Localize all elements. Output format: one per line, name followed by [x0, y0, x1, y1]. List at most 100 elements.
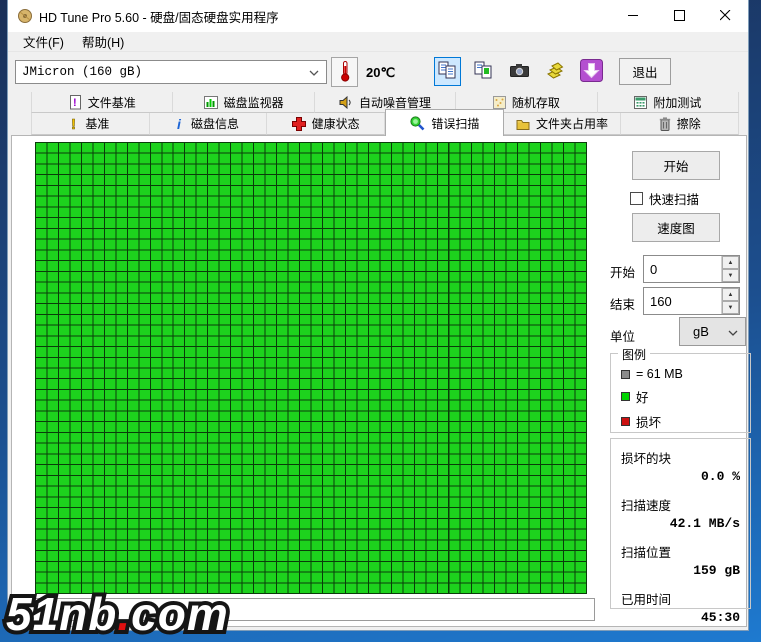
temperature-value: 20℃: [366, 65, 396, 80]
maximize-button[interactable]: [656, 0, 702, 32]
folder-usage-icon: [516, 118, 530, 130]
legend-block-size: = 61 MB: [621, 367, 750, 381]
legend-good: 好: [621, 387, 750, 406]
tab-folder-usage[interactable]: 文件夹占用率: [503, 113, 622, 135]
spin-down-icon[interactable]: ▼: [722, 301, 739, 314]
stat-elapsed-time: 已用时间 45:30: [621, 589, 740, 625]
drive-select-dropdown[interactable]: JMicron (160 gB): [15, 60, 327, 84]
tab-erase[interactable]: 擦除: [621, 113, 740, 135]
erase-icon: [659, 116, 671, 131]
speed-map-button[interactable]: 速度图: [632, 213, 720, 242]
exit-button[interactable]: 退出: [619, 58, 671, 85]
camera-icon: [509, 63, 530, 81]
drive-select-value: JMicron (160 gB): [22, 65, 143, 79]
start-position-label: 开始: [610, 266, 636, 280]
legend-block-size-label: = 61 MB: [636, 367, 683, 381]
download-arrow-icon: [580, 58, 603, 85]
save-button[interactable]: [542, 57, 569, 86]
quick-scan-checkbox[interactable]: [630, 192, 643, 205]
bad-swatch: [621, 417, 630, 426]
tab-label: 磁盘信息: [191, 117, 240, 131]
copy-image-button[interactable]: [470, 57, 497, 86]
tab-extra-tests[interactable]: 附加测试: [597, 92, 740, 113]
end-position-label: 结束: [610, 298, 636, 312]
start-position-spinner[interactable]: 0 ▲ ▼: [643, 255, 740, 283]
spin-down-icon[interactable]: ▼: [722, 269, 739, 282]
stat-value: 45:30: [700, 610, 740, 625]
tab-label: 自动噪音管理: [359, 95, 432, 110]
random-access-icon: [492, 95, 506, 109]
health-icon: [291, 116, 306, 131]
error-scan-panel: 开始 快速扫描 速度图 开始 0 ▲ ▼ 结束 160 ▲ ▼ 单位 gB 图例…: [11, 135, 751, 627]
tab-disk-monitor[interactable]: 磁盘监视器: [173, 92, 315, 113]
disk-info-icon: i: [177, 117, 185, 131]
stat-label: 已用时间: [621, 593, 672, 607]
unit-dropdown[interactable]: gB: [679, 317, 746, 346]
scan-stats-box: 损坏的块 0.0 % 扫描速度 42.1 MB/s 扫描位置 159 gB 已用…: [610, 438, 751, 625]
file-benchmark-icon: !: [69, 94, 82, 110]
spin-up-icon[interactable]: ▲: [722, 288, 739, 301]
stat-scan-speed: 扫描速度 42.1 MB/s: [621, 495, 740, 531]
forum-watermark: 51nb.com: [2, 588, 232, 642]
tab-label: 文件夹占用率: [536, 117, 609, 131]
save-icon: [546, 61, 565, 82]
minimize-icon: [627, 9, 639, 24]
benchmark-icon: !: [71, 117, 79, 131]
stat-damaged-blocks: 损坏的块 0.0 %: [621, 448, 740, 484]
svg-text:51nb.com: 51nb.com: [6, 588, 229, 640]
tab-label: 基准: [85, 117, 110, 131]
tab-benchmark[interactable]: ! 基准: [31, 113, 150, 135]
end-position-value[interactable]: 160: [644, 288, 721, 314]
tab-strip: ! 文件基准 磁盘监视器 自动噪音管理 随机存取 附加测试 ! 基准 i 磁盘信…: [31, 92, 740, 136]
update-button[interactable]: [578, 57, 605, 86]
menu-file[interactable]: 文件(F): [14, 30, 73, 53]
toolbar: JMicron (160 gB) 20℃ 退出: [8, 52, 748, 92]
menu-bar: 文件(F) 帮助(H): [8, 32, 748, 52]
copy-text-button[interactable]: [434, 57, 461, 86]
tab-label: 附加测试: [653, 95, 702, 110]
stat-scan-position: 扫描位置 159 gB: [621, 542, 740, 578]
close-button[interactable]: [702, 0, 748, 32]
maximize-icon: [673, 9, 685, 24]
thermometer-icon: [340, 60, 350, 85]
close-icon: [719, 9, 731, 24]
stat-value: 159 gB: [693, 563, 740, 578]
hd-tune-logo-icon: [17, 8, 33, 24]
tab-file-benchmark[interactable]: ! 文件基准: [31, 92, 174, 113]
tab-disk-info[interactable]: i 磁盘信息: [149, 113, 268, 135]
block-swatch: [621, 369, 630, 379]
legend-bad-label: 损坏: [636, 416, 662, 430]
spin-up-icon[interactable]: ▲: [722, 256, 739, 269]
tab-error-scan[interactable]: 错误扫描: [385, 109, 504, 136]
extra-tests-icon: [634, 95, 648, 109]
window-title: HD Tune Pro 5.60 - 硬盘/固态硬盘实用程序: [39, 10, 279, 25]
start-position-value[interactable]: 0: [644, 256, 721, 282]
end-position-spinner[interactable]: 160 ▲ ▼: [643, 287, 740, 315]
legend-bad: 损坏: [621, 412, 750, 431]
tab-health[interactable]: 健康状态: [267, 113, 386, 135]
screenshot-button[interactable]: [506, 57, 533, 86]
svg-text:!: !: [73, 97, 77, 109]
stat-label: 扫描速度: [621, 499, 672, 513]
aam-icon: [339, 95, 353, 109]
good-swatch: [621, 392, 630, 401]
watermark-dot: .: [117, 588, 131, 640]
legend-box: 图例 = 61 MB 好 损坏: [610, 346, 751, 433]
stat-value: 42.1 MB/s: [669, 516, 740, 531]
tab-label: 随机存取: [511, 95, 560, 110]
minimize-button[interactable]: [610, 0, 656, 32]
chevron-down-icon: [728, 330, 738, 336]
tab-label: 健康状态: [311, 117, 360, 131]
legend-title: 图例: [618, 346, 651, 363]
stat-value: 0.0 %: [700, 469, 740, 484]
error-scan-icon: [409, 115, 425, 131]
start-scan-button[interactable]: 开始: [632, 151, 720, 180]
menu-help[interactable]: 帮助(H): [73, 30, 133, 53]
title-bar: HD Tune Pro 5.60 - 硬盘/固态硬盘实用程序: [8, 0, 748, 32]
tab-label: 磁盘监视器: [223, 95, 284, 110]
tab-label: 擦除: [676, 117, 701, 131]
copy-text-icon: [438, 61, 457, 83]
temperature-button[interactable]: [331, 57, 358, 87]
tab-label: 文件基准: [87, 95, 136, 110]
quick-scan-option[interactable]: 快速扫描: [630, 189, 699, 208]
